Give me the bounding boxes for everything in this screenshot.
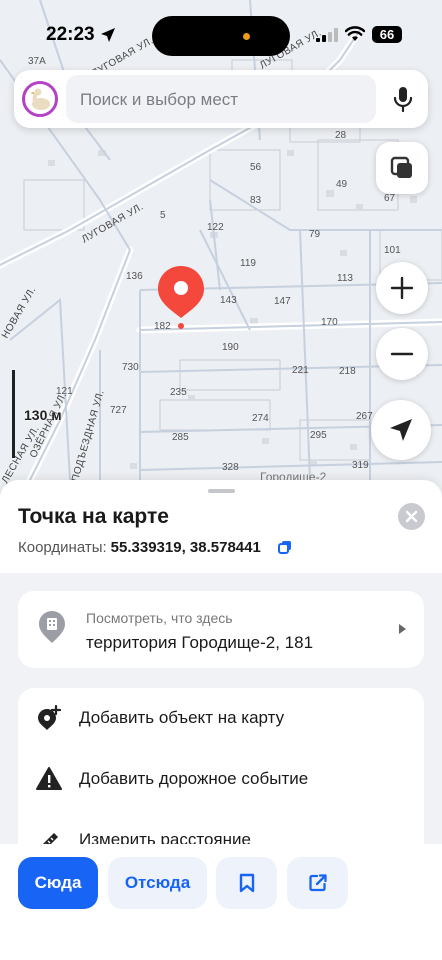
zoom-in-button[interactable] — [376, 262, 428, 314]
route-from-button[interactable]: Отсюда — [108, 857, 207, 909]
house-number: 56 — [250, 162, 262, 173]
sheet-header: Точка на карте Координаты: 55.339319, 38.… — [0, 480, 442, 573]
house-number: 122 — [207, 222, 224, 233]
house-number: 221 — [292, 365, 309, 376]
house-number: 67 — [384, 193, 396, 204]
warning-icon — [36, 767, 62, 790]
house-number: 113 — [337, 273, 353, 284]
house-number: 727 — [110, 405, 127, 416]
house-number: 119 — [240, 258, 256, 269]
house-number: 319 — [352, 460, 369, 471]
house-number: 295 — [310, 430, 327, 441]
route-here-button[interactable]: Сюда — [18, 857, 98, 909]
close-button[interactable] — [398, 503, 425, 530]
navigation-arrow-icon — [390, 419, 412, 441]
share-icon — [308, 874, 327, 892]
wifi-icon — [345, 26, 365, 41]
layers-icon — [390, 156, 412, 178]
privacy-indicator-dot — [243, 33, 250, 40]
add-object-label: Добавить объект на карту — [79, 708, 285, 727]
dynamic-island — [152, 16, 290, 56]
house-number: 28 — [335, 130, 347, 141]
battery-indicator: 66 — [372, 26, 402, 43]
coordinates-label: Координаты: — [18, 539, 107, 556]
add-road-event-button[interactable]: Добавить дорожное событие — [18, 749, 424, 809]
search-bar: Поиск и выбор мест — [14, 70, 428, 128]
house-number: 170 — [321, 317, 338, 328]
copy-icon[interactable] — [278, 540, 292, 554]
map-scale-label: 130 м — [24, 407, 62, 423]
sheet-title: Точка на карте — [18, 505, 169, 528]
zoom-out-button[interactable] — [376, 328, 428, 380]
house-number: 143 — [220, 295, 237, 306]
location-arrow-icon — [101, 28, 115, 42]
search-input[interactable]: Поиск и выбор мест — [66, 75, 376, 123]
building-pin-icon — [39, 611, 65, 643]
house-number: 218 — [339, 366, 356, 377]
avatar[interactable] — [22, 81, 58, 117]
house-number: 136 — [126, 271, 143, 282]
coordinates-value[interactable]: 55.339319, 38.578441 — [111, 539, 261, 556]
add-road-event-label: Добавить дорожное событие — [79, 769, 309, 788]
place-name: территория Городище-2, 181 — [86, 633, 314, 652]
whats-here-card[interactable]: Посмотреть, что здесь территория Городищ… — [18, 591, 424, 668]
add-object-button[interactable]: Добавить объект на карту — [18, 688, 424, 748]
house-number: 83 — [250, 195, 262, 206]
house-number: 101 — [384, 245, 401, 256]
coordinates-row: Координаты: 55.339319, 38.578441 — [18, 539, 261, 556]
bookmark-icon — [239, 873, 254, 893]
share-button[interactable] — [287, 857, 348, 909]
house-number: 274 — [252, 413, 269, 424]
map-pin-icon[interactable] — [156, 264, 206, 330]
bottom-action-bar: Сюда Отсюда — [0, 844, 442, 960]
status-time: 22:23 — [46, 24, 95, 45]
house-number: 235 — [170, 387, 187, 398]
house-number: 5 — [160, 210, 166, 221]
sheet-drag-handle[interactable] — [208, 489, 235, 493]
search-placeholder: Поиск и выбор мест — [80, 90, 239, 109]
minus-icon — [390, 352, 414, 356]
add-place-icon — [38, 705, 62, 730]
microphone-icon[interactable] — [392, 86, 414, 112]
status-bar: 22:23 66 — [0, 0, 442, 64]
house-number: 49 — [336, 179, 348, 190]
house-number: 267 — [356, 411, 373, 422]
bookmark-button[interactable] — [216, 857, 277, 909]
close-icon — [405, 510, 418, 523]
map-scale-bar — [12, 370, 15, 458]
chevron-right-icon — [399, 624, 406, 634]
house-number: 121 — [56, 386, 73, 397]
house-number: 190 — [222, 342, 239, 353]
goose-avatar-icon — [30, 88, 50, 110]
signal-icon — [316, 28, 338, 42]
place-bottom-sheet: Точка на карте Координаты: 55.339319, 38.… — [0, 480, 442, 960]
house-number: 285 — [172, 432, 189, 443]
house-number: 79 — [309, 229, 321, 240]
house-number: 730 — [122, 362, 139, 373]
house-number: 328 — [222, 462, 239, 473]
layers-button[interactable] — [376, 142, 428, 194]
plus-icon — [390, 276, 414, 300]
house-number: 147 — [274, 296, 291, 307]
my-location-button[interactable] — [371, 400, 431, 460]
whats-here-subtitle: Посмотреть, что здесь — [86, 610, 233, 626]
